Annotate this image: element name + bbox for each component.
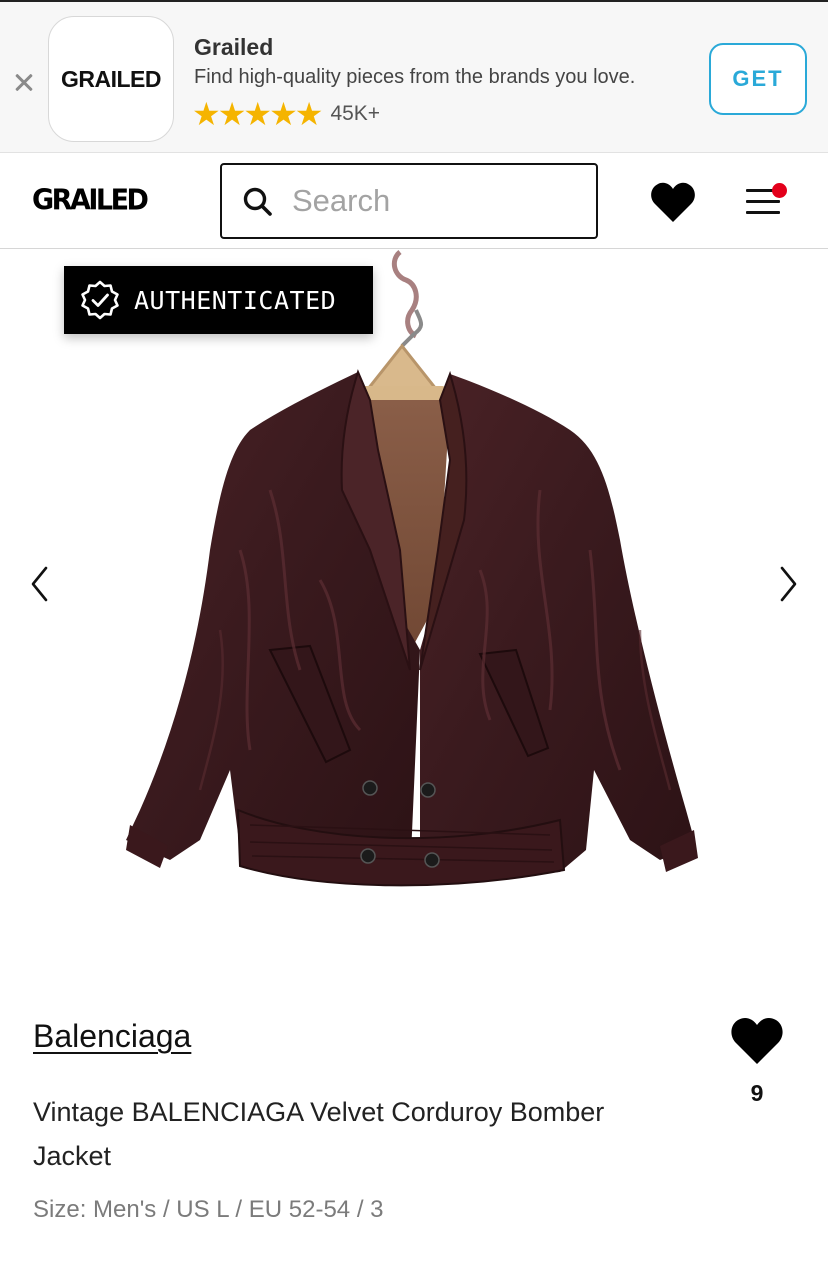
search-icon (243, 187, 272, 216)
chevron-right-icon[interactable] (776, 564, 800, 604)
rating-count: 45K+ (330, 102, 381, 125)
product-image[interactable] (120, 250, 710, 900)
menu-line (746, 200, 780, 203)
favorite-count: 9 (750, 1080, 764, 1106)
app-icon[interactable]: GRAILED (48, 16, 174, 142)
app-install-banner: GRAILED Grailed Find high-quality pieces… (0, 0, 828, 153)
authenticated-label: AUTHENTICATED (134, 285, 337, 315)
authenticated-badge[interactable]: AUTHENTICATED (64, 266, 373, 334)
product-size: Size: Men's / US L / EU 52-54 / 3 (33, 1196, 384, 1223)
site-logo[interactable]: GRAILED (32, 184, 149, 217)
search-bar[interactable] (220, 163, 598, 239)
notification-dot (772, 183, 787, 198)
site-header: GRAILED (0, 153, 828, 249)
app-name: Grailed (194, 34, 274, 60)
product-gallery[interactable]: AUTHENTICATED (0, 250, 828, 990)
menu-line (746, 211, 780, 214)
close-icon[interactable] (10, 68, 38, 96)
product-title: Vintage BALENCIAGA Velvet Corduroy Bombe… (33, 1097, 605, 1171)
chevron-left-icon[interactable] (28, 564, 52, 604)
favorite-heart-icon[interactable] (730, 1016, 784, 1066)
star-rating-icon: ★★★★★ (192, 96, 323, 132)
verified-check-icon (81, 280, 119, 320)
get-app-button[interactable]: GET (709, 43, 807, 115)
app-description: Find high-quality pieces from the brands… (194, 66, 636, 88)
heart-icon[interactable] (650, 181, 696, 223)
app-rating: ★★★★★ 45K+ (192, 98, 380, 130)
brand-link[interactable]: Balenciaga (33, 1018, 191, 1055)
app-icon-logo: GRAILED (61, 65, 162, 92)
search-input[interactable] (292, 179, 582, 223)
